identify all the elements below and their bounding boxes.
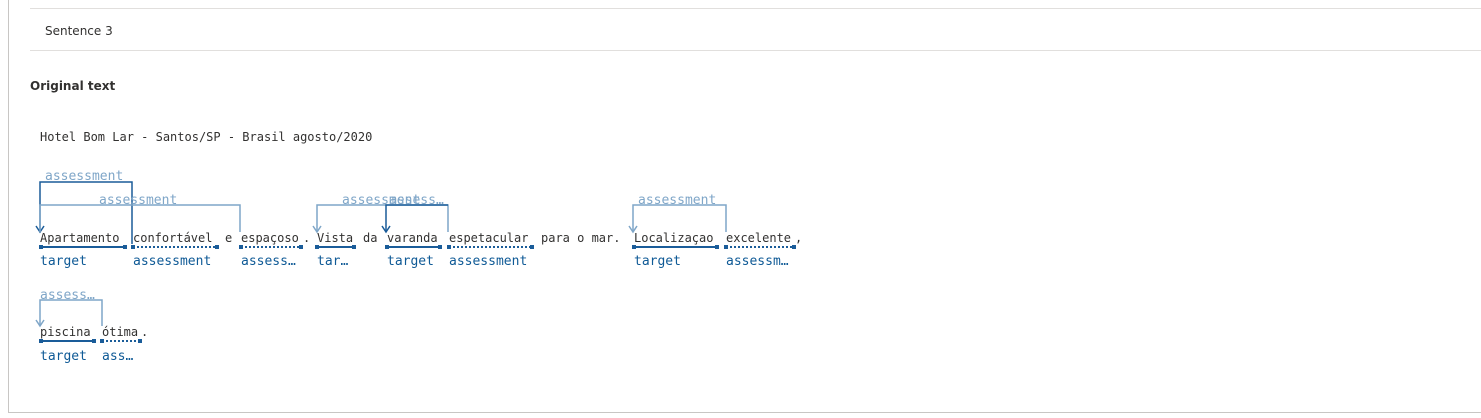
arc-label-1[interactable]: assessment (45, 169, 123, 184)
label-piscina: target (40, 349, 87, 364)
token-dot1: . (303, 231, 311, 245)
arc-apartamento-confortavel (39, 204, 241, 232)
arc-label-6[interactable]: assess… (40, 288, 95, 303)
relation-arcs (35, 181, 796, 343)
token-localizacao[interactable]: Localizaçao (634, 231, 713, 246)
token-espetacular[interactable]: espetacular (449, 231, 528, 246)
token-vista[interactable]: Vista (317, 231, 353, 246)
token-apartamento[interactable]: Apartamento (40, 231, 119, 246)
token-excelente[interactable]: excelente (726, 231, 791, 246)
token-dot2: . (141, 325, 149, 339)
label-localizacao: target (634, 254, 681, 269)
arc-piscina-otima (39, 299, 103, 326)
label-confortavel: assessment (133, 254, 212, 269)
arc-label-5[interactable]: assessment (638, 193, 716, 208)
token-e: e (225, 231, 233, 245)
token-otima[interactable]: ótima (102, 325, 138, 340)
arc-varanda-espetacular (385, 204, 448, 232)
label-varanda: target (387, 254, 434, 269)
token-comma: , (795, 231, 803, 245)
label-otima: ass… (102, 349, 134, 364)
token-da: da (363, 231, 378, 245)
label-excelente: assessm… (726, 254, 789, 269)
token-para-o-mar: para o mar. (541, 231, 621, 245)
label-espacoso: assess… (241, 254, 296, 269)
token-piscina[interactable]: piscina (40, 325, 91, 340)
token-varanda[interactable]: varanda (387, 231, 438, 246)
arc-label-2[interactable]: assessment (99, 193, 177, 208)
label-vista: tar… (317, 254, 349, 269)
label-espetacular: assessment (449, 254, 528, 269)
token-confortavel[interactable]: confortável (133, 231, 212, 246)
token-espacoso[interactable]: espaçoso (241, 231, 299, 246)
label-apartamento: target (40, 254, 87, 269)
arc-localizacao-excelente (632, 204, 727, 232)
arc-label-4[interactable]: assess… (389, 193, 444, 208)
